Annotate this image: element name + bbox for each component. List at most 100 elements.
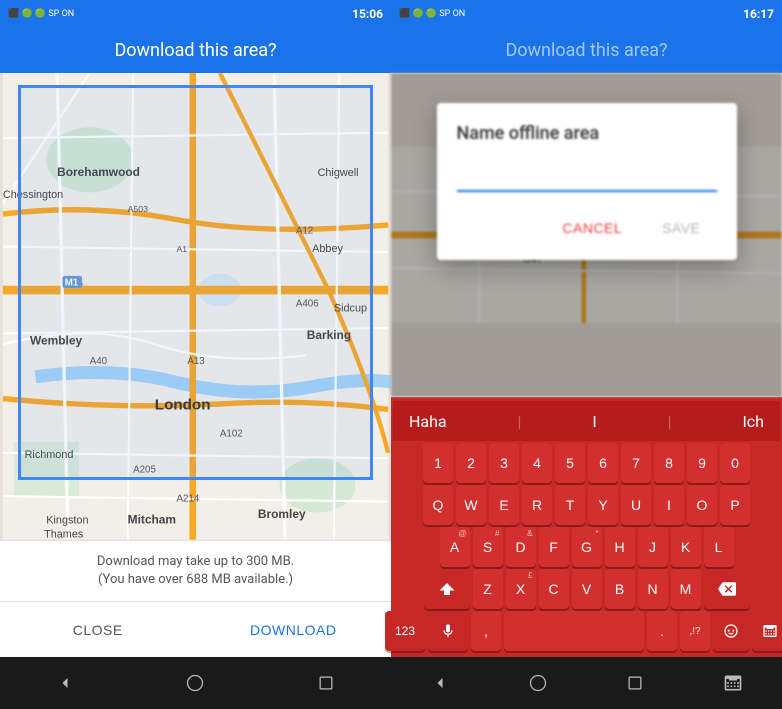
action-bar-left: CLOSE DOWNLOAD: [0, 601, 391, 657]
key-d[interactable]: &D: [506, 527, 536, 567]
home-nav-icon-right[interactable]: [526, 671, 550, 695]
emoji-key[interactable]: [713, 611, 749, 651]
key-g[interactable]: *G: [572, 527, 602, 567]
close-button[interactable]: CLOSE: [0, 602, 196, 657]
backspace-key[interactable]: [704, 569, 750, 609]
comma-key[interactable]: ,: [471, 611, 501, 651]
key-n[interactable]: N: [638, 569, 668, 609]
key-m[interactable]: M: [671, 569, 701, 609]
keyboard: Haha | I | Ich 1 2 3 4 5 6 7 8 9 0 Q W E…: [391, 397, 782, 657]
back-nav-icon-right[interactable]: [428, 671, 452, 695]
special-key[interactable]: ,!?: [680, 611, 710, 651]
shift-key[interactable]: [424, 569, 470, 609]
key-t[interactable]: T: [555, 485, 585, 525]
map-info: Download may take up to 300 MB. (You hav…: [0, 540, 391, 601]
key-k[interactable]: K: [671, 527, 701, 567]
offline-area-name-input[interactable]: [457, 164, 717, 190]
key-z[interactable]: Z: [473, 569, 503, 609]
key-y[interactable]: Y: [588, 485, 618, 525]
keyboard-row-zxcv: Z £X C V B N M: [393, 569, 780, 609]
svg-text:Mitcham: Mitcham: [128, 512, 176, 526]
key-0[interactable]: 0: [720, 443, 750, 483]
keyboard-switch-key[interactable]: [752, 611, 782, 651]
map-left: M1 A12 A13 A40 A406 A102 A205 A214 Boreh…: [0, 73, 391, 540]
key-s[interactable]: #S: [473, 527, 503, 567]
key-l[interactable]: L: [704, 527, 734, 567]
key-i[interactable]: I: [654, 485, 684, 525]
key-v[interactable]: V: [572, 569, 602, 609]
key-1[interactable]: 1: [423, 443, 453, 483]
key-b[interactable]: B: [605, 569, 635, 609]
keyboard-row-numbers: 1 2 3 4 5 6 7 8 9 0: [393, 443, 780, 483]
period-key[interactable]: .: [647, 611, 677, 651]
map-right: Dysted Hyllede S47 Name offline area CAN…: [391, 73, 782, 397]
key-6[interactable]: 6: [588, 443, 618, 483]
key-w[interactable]: W: [456, 485, 486, 525]
svg-text:A214: A214: [177, 494, 200, 505]
key-c[interactable]: C: [539, 569, 569, 609]
key-2[interactable]: 2: [456, 443, 486, 483]
key-8[interactable]: 8: [654, 443, 684, 483]
status-icons-left: ⬛ 🟢 🟢 SP ON: [8, 9, 74, 19]
num-key[interactable]: 123: [385, 611, 425, 651]
key-o[interactable]: O: [687, 485, 717, 525]
status-icons-right: ⬛ 🟢 🟢 SP ON: [399, 9, 465, 19]
key-3[interactable]: 3: [489, 443, 519, 483]
keyboard-row-bottom: 123 , . ,!?: [393, 611, 780, 651]
suggestion-2[interactable]: I: [592, 412, 596, 431]
map-info-line2: (You have over 688 MB available.): [16, 571, 375, 589]
dialog-input-container[interactable]: [457, 164, 717, 192]
name-offline-dialog: Name offline area CANCEL SAVE: [437, 103, 737, 260]
dialog-cancel-button[interactable]: CANCEL: [546, 212, 638, 244]
key-e[interactable]: E: [489, 485, 519, 525]
suggestion-3[interactable]: Ich: [742, 412, 764, 431]
header-title-right: Download this area?: [407, 40, 766, 61]
key-a[interactable]: @A: [440, 527, 470, 567]
map-info-line1: Download may take up to 300 MB.: [16, 553, 375, 571]
key-f[interactable]: F: [539, 527, 569, 567]
key-x[interactable]: £X: [506, 569, 536, 609]
dialog-actions: CANCEL SAVE: [457, 212, 717, 244]
mic-key[interactable]: [428, 611, 468, 651]
key-7[interactable]: 7: [621, 443, 651, 483]
key-9[interactable]: 9: [687, 443, 717, 483]
svg-text:Kingston: Kingston: [46, 514, 88, 526]
recents-nav-icon[interactable]: [314, 671, 338, 695]
key-p[interactable]: P: [720, 485, 750, 525]
key-r[interactable]: R: [522, 485, 552, 525]
dialog-save-button[interactable]: SAVE: [646, 212, 716, 244]
status-bar-left: ⬛ 🟢 🟢 SP ON 15:06: [0, 0, 391, 28]
suggestion-1[interactable]: Haha: [409, 412, 447, 431]
left-panel: ⬛ 🟢 🟢 SP ON 15:06 Download this area?: [0, 0, 391, 709]
download-button[interactable]: DOWNLOAD: [196, 602, 392, 657]
time-right: 16:17: [743, 7, 774, 21]
back-nav-icon[interactable]: [53, 671, 77, 695]
right-panel: ⬛ 🟢 🟢 SP ON 16:17 Download this area? Dy…: [391, 0, 782, 709]
status-bar-right: ⬛ 🟢 🟢 SP ON 16:17: [391, 0, 782, 28]
dialog-title: Name offline area: [457, 123, 717, 144]
svg-text:Bromley: Bromley: [258, 507, 306, 521]
key-h[interactable]: H: [605, 527, 635, 567]
key-4[interactable]: 4: [522, 443, 552, 483]
suggestion-divider-2: |: [668, 412, 672, 431]
keyboard-suggestions: Haha | I | Ich: [393, 401, 780, 441]
key-u[interactable]: U: [621, 485, 651, 525]
home-nav-icon[interactable]: [183, 671, 207, 695]
header-title-left: Download this area?: [16, 40, 375, 61]
keyboard-row-asdf: @A #S &D F *G H J K L: [393, 527, 780, 567]
nav-bar-right: [391, 657, 782, 709]
nav-bar-left: [0, 657, 391, 709]
app-header-left: Download this area?: [0, 28, 391, 73]
space-key[interactable]: [504, 611, 644, 651]
keyboard-nav-icon[interactable]: [721, 671, 745, 695]
map-selection-box: [18, 85, 373, 480]
keyboard-row-qwerty: Q W E R T Y U I O P: [393, 485, 780, 525]
time-left: 15:06: [352, 7, 383, 21]
key-q[interactable]: Q: [423, 485, 453, 525]
recents-nav-icon-right[interactable]: [623, 671, 647, 695]
dialog-overlay: Name offline area CANCEL SAVE: [391, 73, 782, 397]
suggestion-divider-1: |: [518, 412, 522, 431]
key-j[interactable]: J: [638, 527, 668, 567]
key-5[interactable]: 5: [555, 443, 585, 483]
app-header-right: Download this area?: [391, 28, 782, 73]
